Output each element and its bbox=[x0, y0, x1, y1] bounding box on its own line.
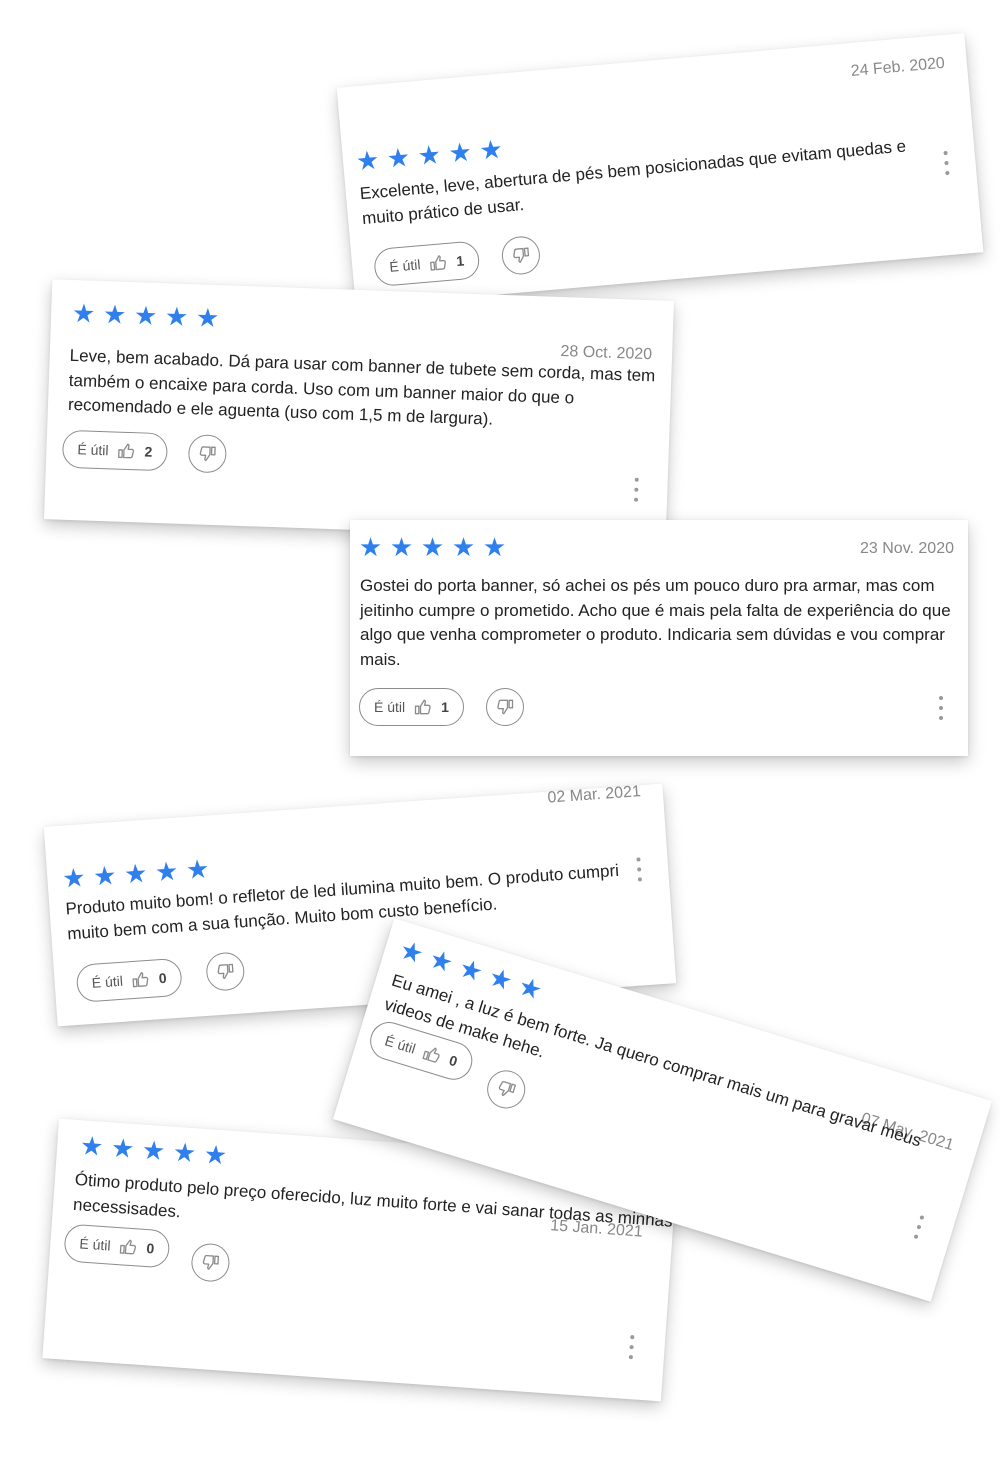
helpful-count: 0 bbox=[158, 969, 168, 987]
star-icon: ★ bbox=[447, 136, 474, 169]
star-icon: ★ bbox=[140, 1134, 167, 1167]
helpful-label: É útil bbox=[91, 972, 124, 991]
star-icon: ★ bbox=[71, 297, 96, 329]
star-icon: ★ bbox=[396, 934, 428, 970]
not-helpful-button[interactable] bbox=[190, 1242, 231, 1283]
star-icon: ★ bbox=[154, 855, 180, 888]
more-options-button[interactable] bbox=[633, 477, 640, 502]
star-rating: ★ ★ ★ ★ ★ bbox=[358, 534, 507, 560]
star-rating: ★ ★ ★ ★ ★ bbox=[354, 133, 505, 177]
thumbs-up-icon bbox=[428, 252, 450, 274]
review-date: 23 Nov. 2020 bbox=[860, 540, 954, 557]
review-date: 02 Mar. 2021 bbox=[547, 783, 642, 807]
helpful-button[interactable]: É útil 0 bbox=[63, 1223, 171, 1269]
more-options-button[interactable] bbox=[938, 696, 944, 720]
star-icon: ★ bbox=[202, 1138, 229, 1171]
thumbs-down-icon bbox=[215, 961, 236, 982]
star-icon: ★ bbox=[133, 300, 158, 331]
not-helpful-button[interactable] bbox=[486, 688, 524, 726]
more-options-button[interactable] bbox=[942, 150, 950, 176]
star-icon: ★ bbox=[184, 853, 211, 886]
star-icon: ★ bbox=[195, 302, 220, 334]
thumbs-up-icon bbox=[116, 441, 137, 462]
helpful-count: 0 bbox=[447, 1051, 460, 1070]
thumbs-up-icon bbox=[130, 969, 151, 990]
star-icon: ★ bbox=[420, 532, 445, 562]
helpful-label: É útil bbox=[78, 1235, 112, 1254]
thumbs-up-icon bbox=[413, 697, 433, 717]
star-icon: ★ bbox=[485, 961, 517, 997]
helpful-count: 1 bbox=[455, 252, 465, 270]
helpful-label: É útil bbox=[388, 256, 422, 275]
helpful-label: É útil bbox=[383, 1032, 418, 1057]
helpful-label: É útil bbox=[374, 699, 406, 715]
review-card: ★ ★ ★ ★ ★ 28 Oct. 2020 Leve, bem acabado… bbox=[44, 279, 674, 541]
star-icon: ★ bbox=[354, 144, 381, 177]
star-icon: ★ bbox=[358, 532, 383, 562]
star-icon: ★ bbox=[102, 299, 127, 330]
thumbs-down-icon bbox=[197, 443, 218, 464]
not-helpful-button[interactable] bbox=[500, 234, 542, 277]
star-icon: ★ bbox=[478, 133, 505, 166]
star-icon: ★ bbox=[171, 1136, 198, 1169]
review-text: Gostei do porta banner, só achei os pés … bbox=[360, 576, 951, 669]
star-icon: ★ bbox=[79, 1130, 105, 1162]
helpful-button[interactable]: É útil 2 bbox=[61, 429, 168, 472]
star-icon: ★ bbox=[61, 862, 87, 894]
star-icon: ★ bbox=[416, 139, 443, 172]
star-icon: ★ bbox=[123, 857, 149, 890]
review-date: 24 Feb. 2020 bbox=[850, 54, 946, 80]
star-icon: ★ bbox=[110, 1132, 136, 1164]
more-options-button[interactable] bbox=[628, 1335, 636, 1360]
thumbs-up-icon bbox=[118, 1236, 139, 1257]
not-helpful-button[interactable] bbox=[187, 434, 228, 474]
more-options-button[interactable] bbox=[913, 1215, 926, 1240]
star-icon: ★ bbox=[482, 532, 507, 562]
helpful-button[interactable]: É útil 1 bbox=[372, 240, 481, 288]
helpful-count: 1 bbox=[441, 699, 449, 715]
star-icon: ★ bbox=[385, 141, 412, 174]
star-icon: ★ bbox=[451, 532, 476, 562]
helpful-count: 2 bbox=[144, 443, 153, 460]
review-card: ★ ★ ★ ★ ★ 24 Feb. 2020 Excelente, leve, … bbox=[336, 32, 984, 308]
thumbs-down-icon bbox=[495, 697, 515, 717]
helpful-button[interactable]: É útil 0 bbox=[75, 957, 183, 1003]
helpful-count: 0 bbox=[145, 1240, 155, 1257]
thumbs-down-icon bbox=[200, 1252, 221, 1273]
star-rating: ★ ★ ★ ★ ★ bbox=[71, 297, 221, 334]
star-icon: ★ bbox=[389, 532, 414, 562]
star-icon: ★ bbox=[92, 859, 118, 892]
thumbs-down-icon bbox=[510, 245, 532, 267]
helpful-button[interactable]: É útil 1 bbox=[359, 688, 464, 726]
star-rating: ★ ★ ★ ★ ★ bbox=[78, 1130, 229, 1171]
not-helpful-button[interactable] bbox=[482, 1065, 530, 1114]
review-text: Eu amei , a luz é bem forte. Ja quero co… bbox=[382, 970, 924, 1151]
thumbs-up-icon bbox=[420, 1042, 445, 1067]
star-rating: ★ ★ ★ ★ ★ bbox=[61, 853, 211, 894]
star-icon: ★ bbox=[164, 301, 189, 332]
star-icon: ★ bbox=[455, 952, 487, 988]
star-icon: ★ bbox=[514, 970, 546, 1006]
thumbs-down-icon bbox=[494, 1077, 519, 1102]
review-card: ★ ★ ★ ★ ★ 23 Nov. 2020 Gostei do porta b… bbox=[350, 520, 968, 756]
star-icon: ★ bbox=[425, 943, 457, 979]
helpful-label: É útil bbox=[77, 441, 109, 459]
not-helpful-button[interactable] bbox=[205, 951, 246, 992]
